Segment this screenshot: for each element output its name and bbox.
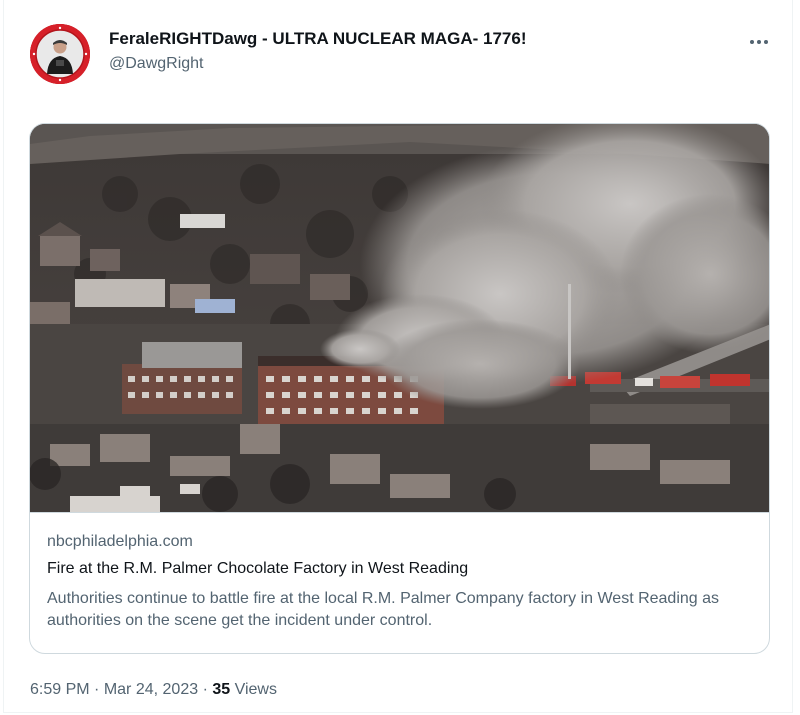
tweet-time[interactable]: 6:59 PM <box>30 681 90 698</box>
views-label: Views <box>234 681 277 698</box>
more-options-button[interactable] <box>744 28 774 54</box>
link-preview-text[interactable]: nbcphiladelphia.com Fire at the R.M. Pal… <box>30 512 769 653</box>
author-display-name[interactable]: FeraleRIGHTDawg - ULTRA NUCLEAR MAGA- 17… <box>109 29 526 49</box>
link-domain: nbcphiladelphia.com <box>47 533 193 550</box>
link-preview-card[interactable]: nbcphiladelphia.com Fire at the R.M. Pal… <box>29 123 770 654</box>
views-count[interactable]: 35 <box>212 681 230 698</box>
tweet-meta: 6:59 PM · Mar 24, 2023 · 35 Views <box>30 681 277 699</box>
more-horizontal-icon <box>749 32 769 50</box>
tweet-container: FeraleRIGHTDawg - ULTRA NUCLEAR MAGA- 17… <box>3 0 793 713</box>
meta-separator: · <box>202 681 208 698</box>
link-description: Authorities continue to battle fire at t… <box>47 590 720 629</box>
meta-separator: · <box>94 681 100 698</box>
author-avatar[interactable] <box>30 24 90 84</box>
tweet-date[interactable]: Mar 24, 2023 <box>104 681 198 698</box>
author-handle[interactable]: @DawgRight <box>109 55 204 73</box>
link-preview-image[interactable] <box>30 124 769 512</box>
link-title: Fire at the R.M. Palmer Chocolate Factor… <box>47 560 469 577</box>
